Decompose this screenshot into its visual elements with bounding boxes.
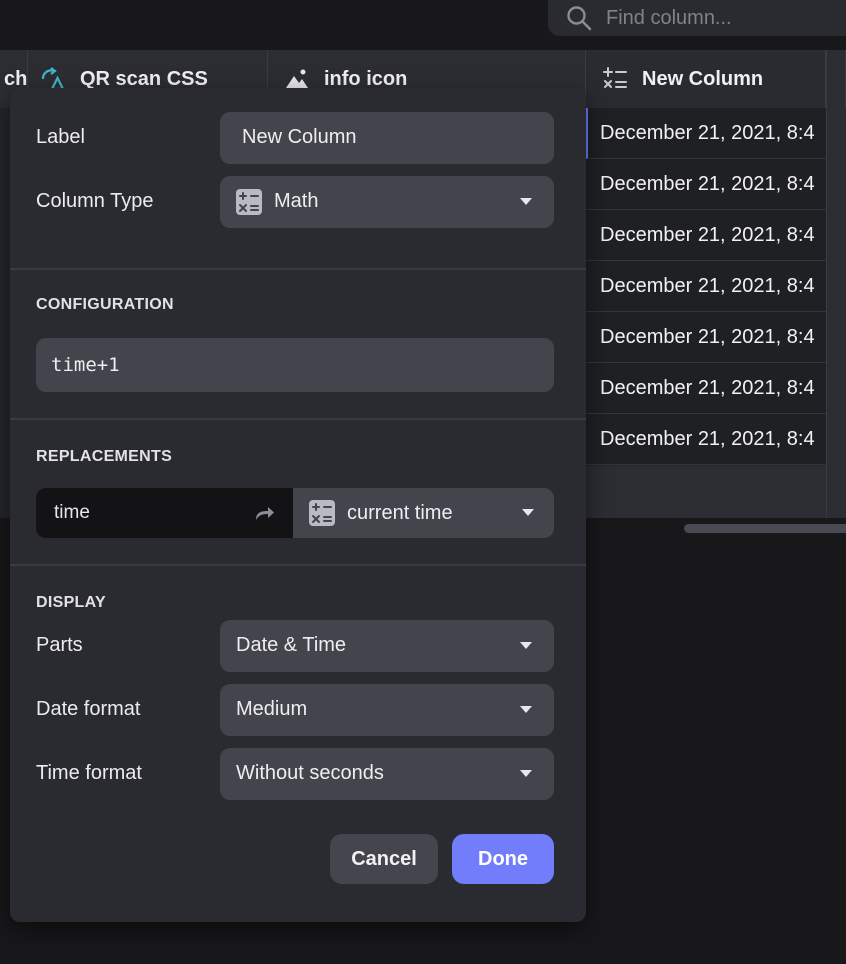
date-format-label: Date format <box>36 698 141 720</box>
date-format-value: Medium <box>236 698 308 720</box>
done-button[interactable]: Done <box>452 834 554 884</box>
math-icon <box>603 67 627 88</box>
table-cell[interactable]: December 21, 2021, 8:4 <box>586 261 826 312</box>
chevron-down-icon <box>522 509 534 516</box>
parts-label: Parts <box>36 634 83 656</box>
forward-arrow-icon <box>256 507 274 520</box>
formula-editor[interactable]: time+1 <box>36 338 554 392</box>
replacements-heading: REPLACEMENTS <box>36 448 173 465</box>
parts-value: Date & Time <box>236 634 347 656</box>
column-type-label: Column Type <box>36 190 154 212</box>
column-header-label: New Column <box>642 67 764 90</box>
label-field-label: Label <box>36 126 85 148</box>
date-format-row: Date format Medium <box>36 683 554 736</box>
parts-select[interactable]: Date & Time <box>220 619 554 672</box>
configuration-heading: CONFIGURATION <box>36 296 174 313</box>
divider <box>10 418 586 420</box>
label-row: Label New Column <box>36 111 554 164</box>
column-type-value: Math <box>274 190 319 212</box>
time-format-value: Without seconds <box>236 762 384 784</box>
time-format-label: Time format <box>36 762 142 784</box>
find-column-search[interactable]: Find column... <box>548 0 846 36</box>
cancel-button[interactable]: Cancel <box>330 834 438 884</box>
math-icon <box>309 500 335 526</box>
divider <box>10 268 586 270</box>
table-cell[interactable]: December 21, 2021, 8:4 <box>586 159 826 210</box>
next-column-strip <box>826 108 846 518</box>
chevron-down-icon <box>520 641 532 649</box>
column-type-row: Column Type Math <box>36 175 554 228</box>
display-heading: DISPLAY <box>36 594 106 611</box>
table-cell[interactable]: December 21, 2021, 8:4 <box>586 414 826 465</box>
search-icon <box>567 6 592 31</box>
date-format-select[interactable]: Medium <box>220 683 554 736</box>
replacement-row: time current time <box>36 488 554 538</box>
time-format-row: Time format Without seconds <box>36 747 554 800</box>
table-cell[interactable]: December 21, 2021, 8:4 <box>586 108 826 159</box>
math-icon <box>236 188 262 215</box>
chevron-down-icon <box>520 705 532 713</box>
replacement-source-name: time <box>54 502 90 523</box>
column-type-select[interactable]: Math <box>220 175 554 228</box>
replacement-target-value: current time <box>347 501 453 524</box>
parts-row: Parts Date & Time <box>36 619 554 672</box>
add-column-header[interactable] <box>826 50 846 108</box>
divider <box>10 564 586 566</box>
horizontal-scrollbar[interactable] <box>684 524 846 533</box>
table-cell[interactable]: December 21, 2021, 8:4 <box>586 312 826 363</box>
column-settings-panel: Label New Column Column Type Math CONFIG… <box>10 88 586 922</box>
replacement-target-select[interactable]: current time <box>293 488 554 538</box>
grid-footer <box>586 466 826 518</box>
new-column-cells: December 21, 2021, 8:4 December 21, 2021… <box>586 108 826 465</box>
replacement-source: time <box>36 488 293 538</box>
table-cell[interactable]: December 21, 2021, 8:4 <box>586 210 826 261</box>
column-header-new-column[interactable]: New Column <box>586 50 826 108</box>
top-bar: Find column... <box>0 0 846 50</box>
table-cell[interactable]: December 21, 2021, 8:4 <box>586 363 826 414</box>
search-placeholder: Find column... <box>606 6 732 29</box>
chevron-down-icon <box>520 197 532 205</box>
label-input[interactable]: New Column <box>220 111 554 164</box>
chevron-down-icon <box>520 769 532 777</box>
time-format-select[interactable]: Without seconds <box>220 747 554 800</box>
